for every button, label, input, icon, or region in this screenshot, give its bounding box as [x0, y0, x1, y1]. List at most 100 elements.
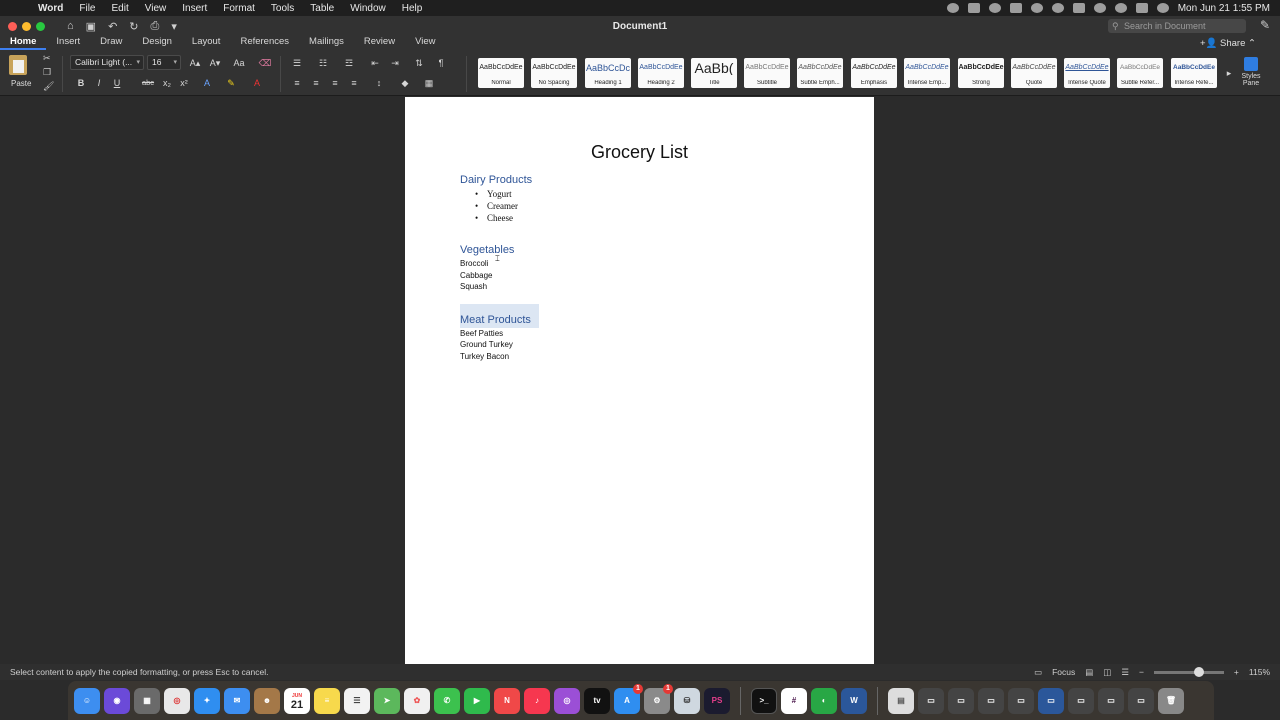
style-heading-2[interactable]: AaBbCcDdEe Heading 2 [638, 58, 684, 88]
align-center-icon[interactable]: ≡ [309, 76, 323, 90]
minimize-window-button[interactable] [22, 21, 31, 31]
text-effects-icon[interactable]: A [200, 76, 214, 90]
change-case-icon[interactable]: Aa [232, 56, 246, 70]
undo-icon[interactable]: ↶ [108, 20, 117, 33]
notes-icon[interactable]: ≡ [314, 687, 340, 714]
safari-icon[interactable]: ✦ [194, 687, 220, 714]
calendar-icon[interactable]: JUN 21 [284, 687, 310, 714]
style-subtle-reference[interactable]: AaBbCcDdEe Subtle Refer... [1117, 58, 1163, 88]
recent-window-icon[interactable]: ▭ [918, 687, 944, 714]
menu-word[interactable]: Word [30, 3, 71, 14]
bullets-icon[interactable]: ☰ [290, 56, 304, 70]
list-item[interactable]: Broccoli [460, 259, 488, 268]
style-intense-quote[interactable]: AaBbCcDdEe Intense Quote [1064, 58, 1110, 88]
control-center-icon[interactable] [1135, 3, 1148, 13]
slack-icon[interactable]: # [781, 687, 807, 714]
fullscreen-window-button[interactable] [36, 21, 45, 31]
docker-icon[interactable] [967, 3, 980, 13]
menu-table[interactable]: Table [302, 3, 342, 14]
focus-icon[interactable]: ▭ [1034, 667, 1042, 678]
sort-icon[interactable]: ⇅ [412, 56, 426, 70]
focus-button[interactable]: Focus [1052, 667, 1075, 677]
style-title[interactable]: AaBb( Title [691, 58, 737, 88]
phpstorm-icon[interactable]: PS [704, 687, 730, 714]
trash-icon[interactable]: 🗑 [1158, 687, 1184, 714]
recent-window-icon[interactable]: ▭ [1098, 687, 1124, 714]
subscript-icon[interactable]: x₂ [160, 76, 174, 90]
recent-window-icon[interactable]: ▭ [978, 687, 1004, 714]
time-machine-icon[interactable] [1051, 3, 1064, 13]
list-item[interactable]: Yogurt [475, 189, 511, 199]
music-icon[interactable]: ♪ [524, 687, 550, 714]
decrease-indent-icon[interactable]: ⇤ [368, 56, 382, 70]
style-quote[interactable]: AaBbCcDdEe Quote [1011, 58, 1057, 88]
tab-draw[interactable]: Draw [90, 36, 132, 50]
font-size-dropdown[interactable]: 16 ▾ [147, 55, 181, 70]
increase-indent-icon[interactable]: ⇥ [388, 56, 402, 70]
redo-icon[interactable]: ↻ [129, 20, 138, 33]
list-item[interactable]: Turkey Bacon [460, 352, 509, 361]
tab-layout[interactable]: Layout [182, 36, 231, 50]
tab-design[interactable]: Design [132, 36, 182, 50]
highlight-icon[interactable]: ✎ [224, 76, 238, 90]
align-right-icon[interactable]: ≡ [328, 76, 342, 90]
styles-pane-button[interactable]: Styles Pane [1238, 57, 1264, 95]
list-item[interactable]: Ground Turkey [460, 340, 513, 349]
list-item[interactable]: Squash [460, 282, 487, 291]
creative-cloud-icon[interactable] [1030, 3, 1043, 13]
launchpad-icon[interactable]: ▦ [134, 687, 160, 714]
format-painter-icon[interactable]: 🖌 [43, 81, 54, 92]
menu-edit[interactable]: Edit [104, 3, 137, 14]
document-page[interactable]: Grocery List Dairy Products Yogurt Cream… [405, 97, 874, 664]
style-normal[interactable]: AaBbCcDdEe Normal [478, 58, 524, 88]
customize-toolbar-icon[interactable]: ▾ [171, 20, 177, 33]
list-item[interactable]: Beef Patties [460, 329, 503, 338]
underline-button[interactable]: U [110, 76, 124, 90]
mail-icon[interactable]: ✉ [224, 687, 250, 714]
font-color-icon[interactable]: A [250, 76, 264, 90]
tab-review[interactable]: Review [354, 36, 405, 50]
siri-dock-icon[interactable]: ◉ [104, 687, 130, 714]
spotlight-icon[interactable] [1114, 3, 1127, 13]
messages-icon[interactable]: ✆ [434, 687, 460, 714]
photos-icon[interactable]: ✿ [404, 687, 430, 714]
disk-utility-icon[interactable]: ⛁ [674, 687, 700, 714]
menu-window[interactable]: Window [342, 3, 394, 14]
line-spacing-icon[interactable]: ↕ [372, 76, 386, 90]
list-item[interactable]: Creamer [475, 201, 518, 211]
style-subtitle[interactable]: AaBbCcDdEe Subtitle [744, 58, 790, 88]
gallery-next-icon[interactable]: ▸ [1222, 66, 1236, 80]
system-preferences-icon[interactable]: ⚙ 1 [644, 683, 673, 714]
print-layout-icon[interactable]: ▤ [1085, 667, 1093, 678]
shading-icon[interactable]: ◆ [398, 76, 412, 90]
list-item[interactable]: Cabbage [460, 271, 492, 280]
multilevel-list-icon[interactable]: ☲ [342, 56, 356, 70]
tab-mailings[interactable]: Mailings [299, 36, 354, 50]
style-heading-1[interactable]: AaBbCcDc Heading 1 [585, 58, 631, 88]
maps-icon[interactable]: ➤ [374, 687, 400, 714]
recent-window-icon[interactable]: ▭ [1068, 687, 1094, 714]
web-layout-icon[interactable]: ◫ [1103, 667, 1111, 678]
justify-icon[interactable]: ≡ [347, 76, 361, 90]
tab-view[interactable]: View [405, 36, 445, 50]
zoom-out-icon[interactable]: − [1139, 667, 1144, 677]
downloads-stack-icon[interactable]: ▤ [888, 687, 914, 714]
strikethrough-button[interactable]: abc [138, 76, 158, 90]
draft-view-icon[interactable]: ☰ [1121, 667, 1129, 678]
apple-tv-icon[interactable]: tv [584, 687, 610, 714]
menu-insert[interactable]: Insert [174, 3, 215, 14]
recent-window-icon[interactable]: ▭ [1128, 687, 1154, 714]
word-dock-icon[interactable]: W [841, 687, 867, 714]
borders-icon[interactable]: ▦ [422, 76, 436, 90]
facetime-icon[interactable]: ▶ [464, 687, 490, 714]
recent-window-icon[interactable]: ▭ [1038, 687, 1064, 714]
bold-button[interactable]: B [74, 76, 88, 90]
siri-icon[interactable] [1156, 3, 1169, 13]
paste-icon[interactable] [9, 55, 27, 75]
record-status-icon[interactable] [946, 3, 959, 13]
font-name-dropdown[interactable]: Calibri Light (... ▾ [70, 55, 144, 70]
menu-format[interactable]: Format [215, 3, 263, 14]
recent-window-icon[interactable]: ▭ [1008, 687, 1034, 714]
save-icon[interactable]: ▣ [86, 20, 96, 33]
style-no-spacing[interactable]: AaBbCcDdEe No Spacing [531, 58, 577, 88]
